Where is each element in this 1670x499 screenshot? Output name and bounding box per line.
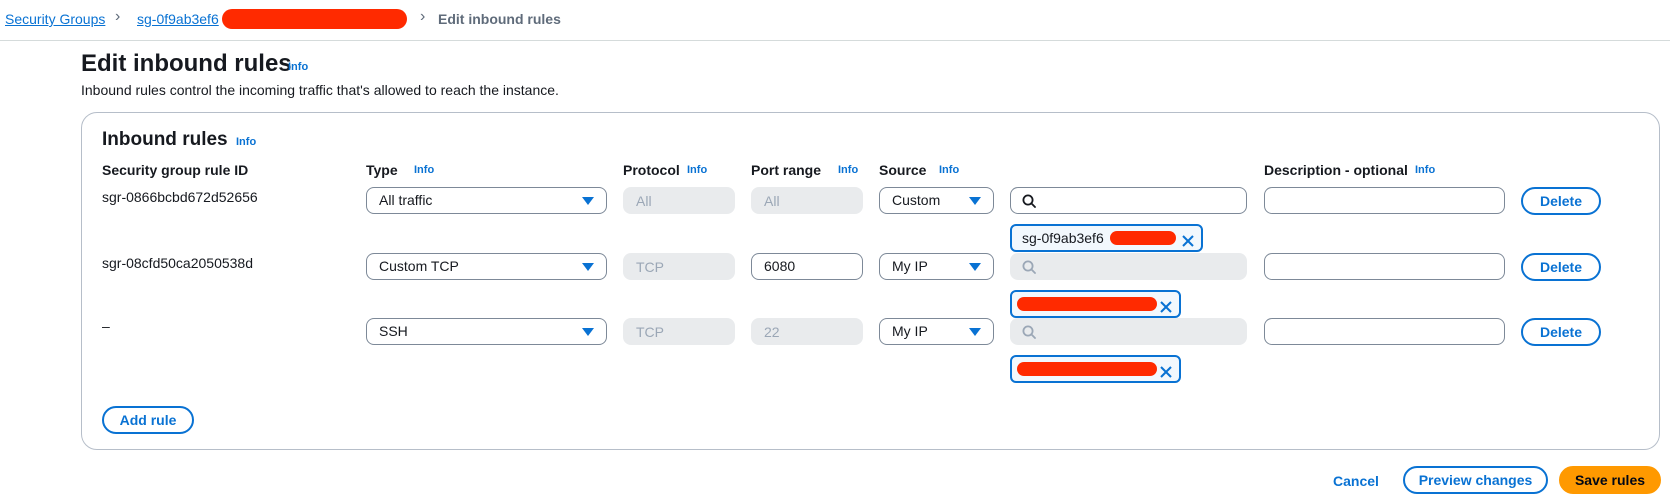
page-title: Edit inbound rules [81, 50, 292, 77]
type-select[interactable]: Custom TCP [366, 253, 607, 280]
save-rules-button[interactable]: Save rules [1559, 466, 1661, 494]
breadcrumb-group-id: sg-0f9ab3ef6 [137, 11, 219, 27]
source-select[interactable]: My IP [879, 253, 994, 280]
caret-down-icon [969, 197, 981, 205]
port-range-field: 22 [751, 318, 863, 345]
panel-title: Inbound rules [102, 129, 228, 150]
description-info-link[interactable]: Info [1415, 164, 1435, 176]
column-header-protocol: Protocol [623, 162, 680, 178]
caret-down-icon [582, 328, 594, 336]
description-input[interactable] [1264, 187, 1505, 214]
breadcrumb-security-groups-link[interactable]: Security Groups [5, 11, 105, 27]
panel-info-link[interactable]: Info [236, 136, 256, 148]
source-token [1010, 355, 1181, 383]
rule-id: sgr-08cfd50ca2050538d [102, 255, 254, 271]
source-select-value: My IP [892, 258, 928, 274]
source-search-input [1010, 253, 1247, 280]
source-select-value: Custom [892, 192, 941, 208]
remove-token-icon[interactable] [1181, 231, 1195, 255]
delete-button[interactable]: Delete [1521, 253, 1601, 281]
search-icon [1022, 194, 1036, 208]
source-search-input[interactable] [1010, 187, 1247, 214]
port-range-info-link[interactable]: Info [838, 164, 858, 176]
breadcrumb: Security Groups › sg-0f9ab3ef6 › Edit in… [0, 0, 1670, 41]
chevron-right-icon: › [115, 8, 121, 25]
caret-down-icon [582, 197, 594, 205]
remove-token-icon[interactable] [1159, 362, 1173, 386]
port-range-input[interactable]: 6080 [751, 253, 863, 280]
column-header-type: Type [366, 162, 398, 178]
source-select[interactable]: Custom [879, 187, 994, 214]
type-select-value: All traffic [379, 192, 433, 208]
caret-down-icon [582, 263, 594, 271]
inbound-rules-panel: Inbound rules Info Security group rule I… [81, 112, 1660, 450]
redaction-mark [1110, 231, 1176, 245]
type-select-value: SSH [379, 323, 408, 339]
type-select[interactable]: All traffic [366, 187, 607, 214]
source-token: sg-0f9ab3ef6 [1010, 224, 1203, 252]
page-info-link[interactable]: Info [288, 61, 308, 73]
delete-button[interactable]: Delete [1521, 187, 1601, 215]
redaction-mark [1017, 297, 1157, 311]
type-info-link[interactable]: Info [414, 164, 434, 176]
source-token [1010, 290, 1181, 318]
type-select[interactable]: SSH [366, 318, 607, 345]
add-rule-button[interactable]: Add rule [102, 406, 194, 434]
description-input[interactable] [1264, 318, 1505, 345]
description-input[interactable] [1264, 253, 1505, 280]
source-select-value: My IP [892, 323, 928, 339]
redaction-mark [1017, 362, 1157, 376]
search-icon [1022, 260, 1036, 274]
protocol-field: TCP [623, 318, 735, 345]
column-header-description: Description - optional [1264, 162, 1408, 178]
column-header-rule-id: Security group rule ID [102, 162, 249, 178]
source-search-input [1010, 318, 1247, 345]
protocol-info-link[interactable]: Info [687, 164, 707, 176]
port-range-field: All [751, 187, 863, 214]
source-info-link[interactable]: Info [939, 164, 959, 176]
type-select-value: Custom TCP [379, 258, 459, 274]
protocol-field: TCP [623, 253, 735, 280]
preview-changes-button[interactable]: Preview changes [1403, 466, 1548, 494]
protocol-field: All [623, 187, 735, 214]
caret-down-icon [969, 263, 981, 271]
page-description: Inbound rules control the incoming traff… [81, 82, 559, 98]
rule-id: – [102, 318, 110, 334]
column-header-source: Source [879, 162, 927, 178]
chevron-right-icon: › [420, 8, 426, 25]
column-header-port-range: Port range [751, 162, 822, 178]
source-select[interactable]: My IP [879, 318, 994, 345]
search-icon [1022, 325, 1036, 339]
breadcrumb-current: Edit inbound rules [438, 11, 561, 27]
cancel-button[interactable]: Cancel [1333, 473, 1379, 489]
delete-button[interactable]: Delete [1521, 318, 1601, 346]
caret-down-icon [969, 328, 981, 336]
source-token-label: sg-0f9ab3ef6 [1022, 230, 1104, 246]
redaction-mark [222, 9, 407, 29]
rule-id: sgr-0866bcbd672d52656 [102, 189, 258, 205]
